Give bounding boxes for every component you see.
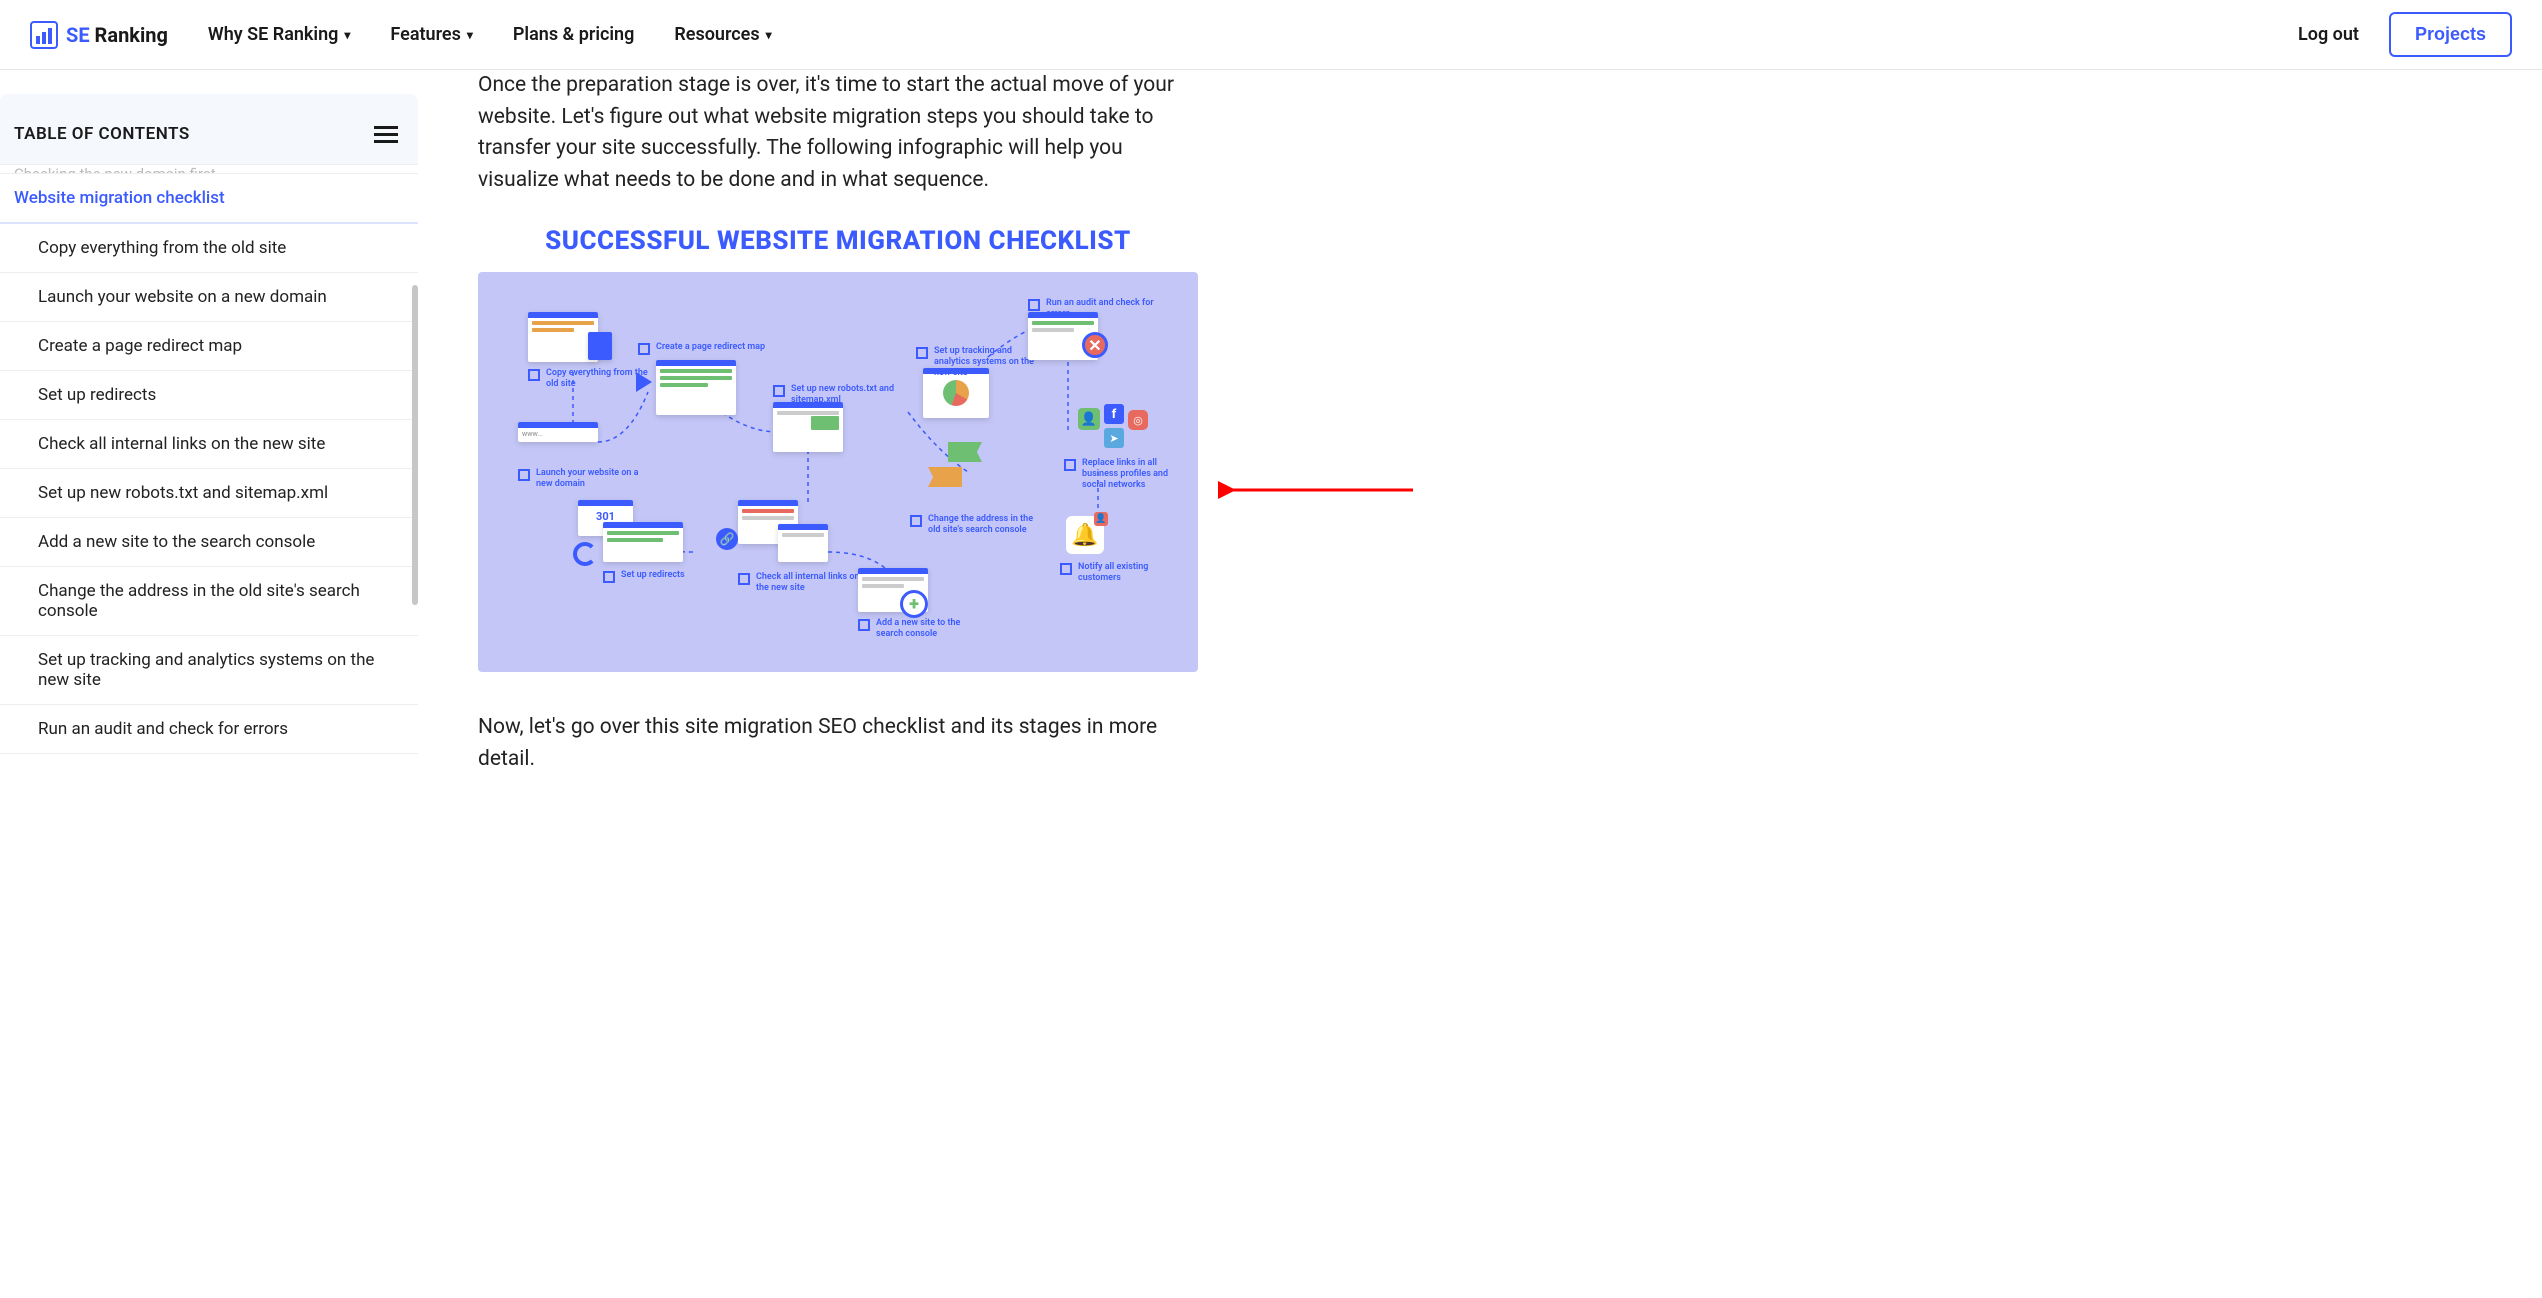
- toc-header: TABLE OF CONTENTS: [0, 94, 418, 164]
- toc-sidebar: TABLE OF CONTENTS Checking the new domai…: [0, 70, 418, 845]
- toc-item[interactable]: Launch your website on a new domain: [0, 273, 418, 322]
- notification-badge-icon: 👤: [1094, 512, 1108, 526]
- step-redirect-map: Create a page redirect map: [638, 342, 765, 355]
- step-check-links: Check all internal links on the new site: [738, 572, 866, 594]
- toc-item[interactable]: Set up tracking and analytics systems on…: [0, 636, 418, 705]
- step-launch: Launch your website on a new domain: [518, 468, 646, 490]
- chevron-down-icon: ▾: [766, 28, 772, 42]
- outro-paragraph: Now, let's go over this site migration S…: [478, 712, 1198, 775]
- step-replace-links: Replace links in all business profiles a…: [1064, 458, 1192, 490]
- nav-why[interactable]: Why SE Ranking▾: [208, 24, 351, 45]
- toc-item[interactable]: Set up redirects: [0, 371, 418, 420]
- refresh-icon: [573, 542, 597, 566]
- error-magnify-icon: ✕: [1082, 332, 1108, 358]
- toc-item[interactable]: Create a page redirect map: [0, 322, 418, 371]
- step-add-console: Add a new site to the search console: [858, 618, 986, 640]
- logo-text: SE Ranking: [66, 23, 168, 47]
- step-audit: Run an audit and check for errors: [1028, 298, 1156, 320]
- user-icon: 👤: [1078, 408, 1100, 430]
- instagram-icon: ◎: [1128, 410, 1148, 430]
- annotation-arrow-icon: [1218, 475, 1418, 505]
- toc-item[interactable]: Run an audit and check for errors: [0, 705, 418, 754]
- mini-window: www...: [518, 422, 598, 442]
- magnify-plus-icon: +: [900, 590, 928, 618]
- step-tracking: Set up tracking and analytics systems on…: [916, 346, 1044, 378]
- logo[interactable]: SE Ranking: [30, 21, 168, 49]
- arrow-icon: [636, 372, 652, 392]
- toc-item-active[interactable]: Website migration checklist: [0, 174, 418, 224]
- chevron-down-icon: ▾: [467, 28, 473, 42]
- step-robots: Set up new robots.txt and sitemap.xml: [773, 384, 901, 406]
- toc-item[interactable]: Copy everything from the old site: [0, 224, 418, 273]
- intro-paragraph: Once the preparation stage is over, it's…: [478, 70, 1198, 196]
- toc-title: TABLE OF CONTENTS: [14, 124, 190, 144]
- main-nav: Why SE Ranking▾ Features▾ Plans & pricin…: [208, 24, 772, 45]
- telegram-icon: ➤: [1104, 428, 1124, 448]
- facebook-icon: f: [1104, 404, 1124, 424]
- step-change-addr: Change the address in the old site's sea…: [910, 514, 1038, 536]
- toc-item[interactable]: Check all internal links on the new site: [0, 420, 418, 469]
- toc-toggle-icon[interactable]: [374, 126, 398, 143]
- nav-plans[interactable]: Plans & pricing: [513, 24, 634, 45]
- toc-list[interactable]: Checking the new domain first Website mi…: [0, 164, 418, 754]
- logout-link[interactable]: Log out: [2298, 24, 2359, 45]
- mini-window: [773, 402, 843, 452]
- infographic: Copy everything from the old site www...…: [478, 272, 1198, 672]
- toc-item[interactable]: Add a new site to the search console: [0, 518, 418, 567]
- chevron-down-icon: ▾: [344, 28, 350, 42]
- link-icon: 🔗: [716, 528, 738, 550]
- header-right: Log out Projects: [2298, 12, 2512, 57]
- logo-icon: [30, 21, 58, 49]
- nav-resources[interactable]: Resources▾: [674, 24, 771, 45]
- step-notify: Notify all existing customers: [1060, 562, 1188, 584]
- mini-window: [603, 522, 683, 562]
- projects-button[interactable]: Projects: [2389, 12, 2512, 57]
- toc-item[interactable]: Change the address in the old site's sea…: [0, 567, 418, 636]
- step-redirects: Set up redirects: [603, 570, 685, 583]
- toc-item[interactable]: Checking the new domain first: [0, 165, 418, 174]
- pie-icon: [943, 380, 969, 406]
- mini-window: [778, 524, 828, 562]
- main-header: SE Ranking Why SE Ranking▾ Features▾ Pla…: [0, 0, 2542, 70]
- nav-features[interactable]: Features▾: [390, 24, 472, 45]
- infographic-title: SUCCESSFUL WEBSITE MIGRATION CHECKLIST: [478, 226, 1198, 256]
- mini-window: [656, 360, 736, 415]
- mini-window: [588, 332, 612, 360]
- toc-item[interactable]: Set up new robots.txt and sitemap.xml: [0, 469, 418, 518]
- article-content: Once the preparation stage is over, it's…: [418, 70, 1238, 845]
